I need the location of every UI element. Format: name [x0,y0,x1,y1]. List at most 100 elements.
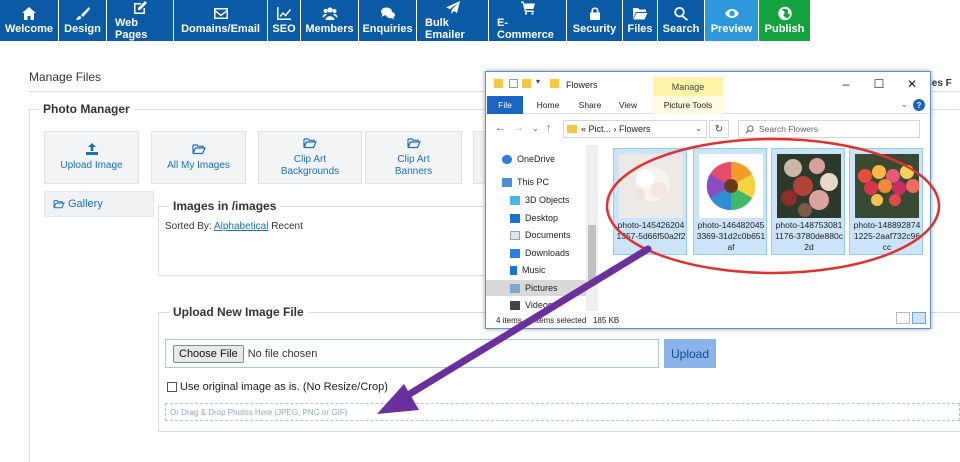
nav-videos[interactable]: Videos [510,297,586,313]
toolbar-welcome[interactable]: Welcome [0,0,59,41]
sort-alphabetical-link[interactable]: Alphabetical [214,221,268,232]
cloud-icon [502,154,512,164]
file-input[interactable]: Choose File No file chosen [165,339,659,368]
main-toolbar: Welcome Design Web Pages Domains/Email S… [0,0,811,41]
search-field[interactable]: Search Flowers [738,120,920,138]
ribbon-tab-picture-tools[interactable]: Picture Tools [653,96,723,114]
recent-chevron-icon[interactable]: ⌄ [532,124,539,133]
upload-button[interactable]: Upload [664,339,716,368]
file-item[interactable]: photo-148753081 1176-3780de880c 2d [771,148,845,255]
toolbar-seo[interactable]: SEO [268,0,301,41]
scroll-thumb[interactable] [588,225,596,285]
manage-context-tab[interactable]: Manage [653,77,723,97]
toolbar-label: Web Pages [115,17,148,41]
toolbar-label: Members [305,23,354,35]
close-icon[interactable]: ✕ [905,77,919,91]
nav-this-pc[interactable]: This PC [502,174,598,190]
chevron-down-icon[interactable]: ⌄ [900,99,908,110]
file-item[interactable]: photo-148892874 1225-2aaf732c96 cc [849,148,923,255]
minimize-icon[interactable]: – [839,77,853,91]
toolbar-publish[interactable]: Publish [759,0,811,41]
ribbon-tab-view[interactable]: View [614,96,642,114]
toolbar-domains-email[interactable]: Domains/Email [174,0,268,41]
forward-icon[interactable]: → [513,122,524,134]
clip-art-banners-button[interactable]: Clip Art Banners [365,131,462,184]
refresh-icon[interactable]: ↻ [709,120,729,138]
home-icon [22,7,36,20]
nav-label: Desktop [525,213,559,223]
nav-pictures[interactable]: Pictures [486,280,586,296]
toolbar-label: Enquiries [362,23,413,35]
address-bar[interactable]: « Pict... › Flowers ⌄ [563,120,707,138]
toolbar-preview[interactable]: Preview [705,0,759,41]
file-item[interactable]: photo-145426204 1357-5d66f50a2f2 [613,148,687,255]
status-bar: 4 items 4 items selected 185 KB [496,316,619,325]
nav-scrollbar[interactable] [586,145,598,311]
nav-label: OneDrive [517,154,556,164]
ribbon-tab-file[interactable]: File [487,96,523,114]
toolbar-web-pages[interactable]: Web Pages [107,0,174,41]
original-size-label: Use original image as is. (No Resize/Cro… [180,381,388,393]
window-title: Flowers [566,80,598,90]
page-title: Manage Files [29,70,102,84]
toolbar-e-commerce[interactable]: E-Commerce [489,0,567,41]
nav-onedrive[interactable]: OneDrive [502,151,598,167]
toolbar-design[interactable]: Design [59,0,107,41]
help-icon[interactable]: ? [913,99,925,111]
brush-icon [75,7,90,20]
drop-zone[interactable]: Or Drag & Drop Photos Here (JPEG, PNG or… [165,403,960,421]
file-item[interactable]: photo-146482045 3369-31d2c0b651 af [693,148,767,255]
nav-downloads[interactable]: Downloads [510,245,586,261]
toolbar-label: SEO [272,23,296,35]
original-size-checkbox[interactable] [167,382,177,392]
gallery-label: Gallery [68,198,103,210]
toolbar-label: Publish [764,23,805,35]
chevron-down-icon[interactable]: ⌄ [695,124,702,133]
thumbnail [619,154,683,218]
chevron-down-icon[interactable]: ▾ [536,77,545,86]
toolbar-search[interactable]: Search [658,0,705,41]
toolbar-label: Preview [710,23,753,35]
toolbar-security[interactable]: Security [567,0,623,41]
details-view-icon[interactable] [896,312,910,324]
nav-music[interactable]: Music [510,262,586,278]
toolbar-members[interactable]: Members [301,0,359,41]
nav-label: Music [522,265,546,275]
nav-label: Videos [525,300,553,310]
folder-open-icon [303,137,317,148]
large-icons-view-icon[interactable] [912,312,926,324]
title-bar[interactable]: ▾ Flowers Manage – ☐ ✕ [486,72,930,97]
back-icon[interactable]: ← [495,122,506,134]
tile-label: Clip Art Backgrounds [280,153,340,178]
cart-icon [520,1,535,15]
file-explorer-window[interactable]: ▾ Flowers Manage – ☐ ✕ File Home Share V… [485,71,931,329]
toolbar-bulk-emailer[interactable]: Bulk Emailer [417,0,489,41]
status-size: 185 KB [592,316,620,325]
pictures-icon [510,283,520,293]
toolbar-enquiries[interactable]: Enquiries [359,0,417,41]
nav-documents[interactable]: Documents [510,227,586,243]
address-path: « Pict... › Flowers [581,124,651,134]
toolbar-files[interactable]: Files [623,0,658,41]
sort-recent-link[interactable]: Recent [271,221,303,232]
maximize-icon[interactable]: ☐ [872,77,886,91]
folder-icon [550,79,559,88]
properties-icon[interactable] [509,79,518,88]
up-icon[interactable]: ↑ [546,122,552,134]
toolbar-label: Search [662,23,700,35]
envelope-icon [213,8,228,19]
nav-desktop[interactable]: Desktop [510,210,586,226]
clip-art-backgrounds-button[interactable]: Clip Art Backgrounds [258,131,362,184]
upload-image-button[interactable]: Upload Image [44,131,139,184]
edit-icon [134,1,147,14]
ribbon-tab-home[interactable]: Home [530,96,566,114]
toolbar-label: Welcome [4,23,54,35]
all-my-images-button[interactable]: All My Images [151,131,246,184]
original-size-option[interactable]: Use original image as is. (No Resize/Cro… [167,381,388,393]
nav-3d-objects[interactable]: 3D Objects [510,192,586,208]
gallery-nav-item[interactable]: Gallery [44,191,154,217]
new-folder-icon[interactable] [522,79,531,88]
folder-icon [494,79,503,88]
choose-file-button[interactable]: Choose File [173,344,244,363]
ribbon-tab-share[interactable]: Share [574,96,606,114]
